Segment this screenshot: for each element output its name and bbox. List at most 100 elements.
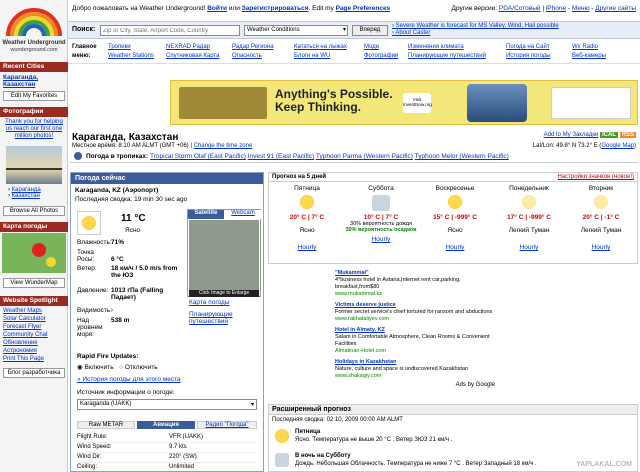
nav-column: Моде Фотографии xyxy=(364,43,398,61)
ad-title[interactable]: Victims deserve justice xyxy=(335,302,495,309)
webcam-tab[interactable]: Webcam xyxy=(225,210,261,219)
search-label: Поиск: xyxy=(72,26,96,33)
nav-link[interactable]: Радар Региона xyxy=(232,43,274,52)
ical-badge[interactable]: ICAL xyxy=(599,132,618,138)
tab-aviation[interactable]: Авиация xyxy=(137,421,195,429)
ad-title[interactable]: "Mukammal" xyxy=(335,270,495,277)
add-bookmark-link[interactable]: Add to My Закладки xyxy=(544,132,599,138)
browse-photos-button[interactable]: Browse All Photos xyxy=(3,206,65,216)
nav-link[interactable]: Wx Radio xyxy=(572,43,606,52)
ad-url[interactable]: www.rakhataliyev.com xyxy=(335,316,495,323)
weather-map-thumbnail[interactable] xyxy=(2,233,66,273)
weather-map-link[interactable]: Карта погоды xyxy=(189,299,230,306)
satellite-caption[interactable]: Click Image to Enlarge xyxy=(189,290,259,297)
spotlight-item[interactable]: Forecast Flyer xyxy=(3,323,48,331)
satellite-image[interactable] xyxy=(189,220,259,290)
nav-link[interactable]: История погоды xyxy=(506,52,551,61)
banner-line2: Keep Thinking. xyxy=(275,100,362,114)
tab-weather-radio[interactable]: Радио "Погода" xyxy=(197,421,257,429)
rss-badge[interactable]: RSS xyxy=(619,132,636,138)
view-wundermap-button[interactable]: View WunderMap xyxy=(3,278,65,288)
ad-title[interactable]: Hotel in Almaty, KZ xyxy=(335,327,495,334)
other-versions-label: Другие версии: xyxy=(451,5,498,12)
nav-link[interactable]: Тропики xyxy=(108,43,154,52)
hourly-link[interactable]: Hourly xyxy=(565,244,637,251)
hourly-link[interactable]: Hourly xyxy=(345,236,417,243)
hourly-link[interactable]: Hourly xyxy=(271,244,343,251)
dev-blog-button[interactable]: Блог разработчика xyxy=(3,368,65,378)
preferences-link[interactable]: Page Preferences xyxy=(336,5,391,12)
nav-link[interactable]: Опасность xyxy=(232,52,274,61)
iphone-link[interactable]: iPhone xyxy=(546,5,566,12)
photo-link-kazakhstan[interactable]: Казахстан xyxy=(12,193,40,199)
nav-link[interactable]: Моде xyxy=(364,43,398,52)
spotlight-item[interactable]: Community Chat xyxy=(3,331,48,339)
nav-link[interactable]: NEXRAD Радар xyxy=(166,43,219,52)
tropics-link[interactable]: Invest 91 (East Pacific) xyxy=(248,153,314,160)
nav-link[interactable]: Спутниковая Карта xyxy=(166,52,219,61)
forecast-day: Пятница 20° C | 7° C Ясно Hourly xyxy=(271,185,343,251)
recent-city-link[interactable]: Караганда, Казахстан xyxy=(3,74,65,88)
haze-icon xyxy=(594,195,608,209)
spotlight-item[interactable]: Solar Calculator xyxy=(3,315,48,323)
city-title-row: Караганда, Казахстан Add to My Закладки … xyxy=(70,130,638,150)
ad-description: 4*business hotel in Astana,Internet rent… xyxy=(335,277,461,290)
nav-link[interactable]: Блоги на WU xyxy=(294,52,347,61)
forecast-condition: Легкий Туман xyxy=(508,227,550,234)
travel-planner-link[interactable]: Планирующие путешествий xyxy=(189,311,233,325)
satellite-tab[interactable]: Satellite xyxy=(188,210,224,219)
ad-description: Nature, culture and space is undiscovere… xyxy=(335,366,468,372)
nav-link[interactable]: Веб-камеры xyxy=(572,52,606,61)
ad-url[interactable]: www.mukammal.kz xyxy=(335,291,495,298)
aviation-value: 220° (SW) xyxy=(169,454,197,460)
ad-url[interactable]: Almatinan-Hotel.com xyxy=(335,348,495,355)
source-select[interactable]: Karaganda (UAKK) ▾ xyxy=(77,399,257,410)
photo-thumbnail[interactable] xyxy=(6,146,62,184)
customize-icons-link[interactable]: Настройки значков (новое!) xyxy=(558,174,634,180)
search-go-button[interactable]: Вперед xyxy=(352,25,388,36)
ad-url[interactable]: www.shakagiy.com xyxy=(335,373,495,380)
severe-alert-link[interactable]: › Severe Weather is forecast for MS Vall… xyxy=(392,23,632,30)
left-sidebar: Weather Underground wunderground.com Rec… xyxy=(0,0,68,472)
other-sites-link[interactable]: Другие сайты xyxy=(595,5,636,12)
tropics-link[interactable]: Tropical Storm Olaf (East Pacific) xyxy=(150,153,246,160)
wunderground-logo[interactable]: Weather Underground wunderground.com xyxy=(2,2,66,53)
spotlight-item[interactable]: Обновление xyxy=(3,339,48,347)
tropics-link[interactable]: Typhoon Melor (Western Pacific) xyxy=(415,153,509,160)
nav-link[interactable]: Погода на Сайт xyxy=(506,43,551,52)
search-type-select[interactable]: Weather Conditions ▾ xyxy=(244,25,348,36)
nav-link[interactable]: Кататься на лыжах xyxy=(294,43,347,52)
rapid-on-radio[interactable]: ◉ xyxy=(77,364,83,371)
nav-link[interactable]: Изменения климата xyxy=(408,43,486,52)
spotlight-item[interactable]: Астрономия xyxy=(3,347,48,355)
banner-ad[interactable]: Anything's Possible. Keep Thinking. Visi… xyxy=(170,80,638,125)
tropics-link[interactable]: Typhoon Parma (Western Pacific) xyxy=(316,153,413,160)
change-timezone-link[interactable]: Change the time zone xyxy=(194,143,253,149)
ads-by-google[interactable]: Ads by Google xyxy=(335,382,495,389)
about-caster-link[interactable]: › About Caster xyxy=(392,30,632,37)
rapid-off-radio[interactable]: ○ xyxy=(119,364,123,371)
google-map-link[interactable]: Google Map xyxy=(601,143,634,149)
forecast-title: Прогноз на 5 дней xyxy=(272,174,327,180)
login-link[interactable]: Войти xyxy=(207,5,227,12)
nav-link[interactable]: Планирующие путешествий xyxy=(408,52,486,61)
register-link[interactable]: Зарегистрироваться xyxy=(242,5,309,12)
history-link[interactable]: » История погоды для этого места xyxy=(77,376,181,383)
hourly-link[interactable]: Hourly xyxy=(419,244,491,251)
search-input[interactable] xyxy=(100,25,240,36)
forecast-condition: Ясно xyxy=(447,227,463,234)
tab-raw-metar[interactable]: Raw METAR xyxy=(77,421,135,429)
banner-character-image xyxy=(467,84,527,122)
edit-favorites-button[interactable]: Edit My Favorites xyxy=(3,91,65,101)
nav-link[interactable]: Фотографии xyxy=(364,52,398,61)
hourly-link[interactable]: Hourly xyxy=(493,244,565,251)
pda-link[interactable]: PDA/Сотовый xyxy=(499,5,541,12)
spotlight-item[interactable]: Print This Page xyxy=(3,355,48,363)
ad-title[interactable]: Holidays in Kazakhstan xyxy=(335,359,495,366)
watermark: YAPLAKAL.COM xyxy=(576,461,632,468)
photo-promo-link[interactable]: Thank you for helping us reach our first… xyxy=(2,119,66,140)
menu-link[interactable]: Меню xyxy=(572,5,590,12)
forecast-day-name: Вторник xyxy=(588,185,614,192)
spotlight-item[interactable]: Weather Maps xyxy=(3,307,48,315)
nav-link[interactable]: Weather Stations xyxy=(108,52,154,61)
